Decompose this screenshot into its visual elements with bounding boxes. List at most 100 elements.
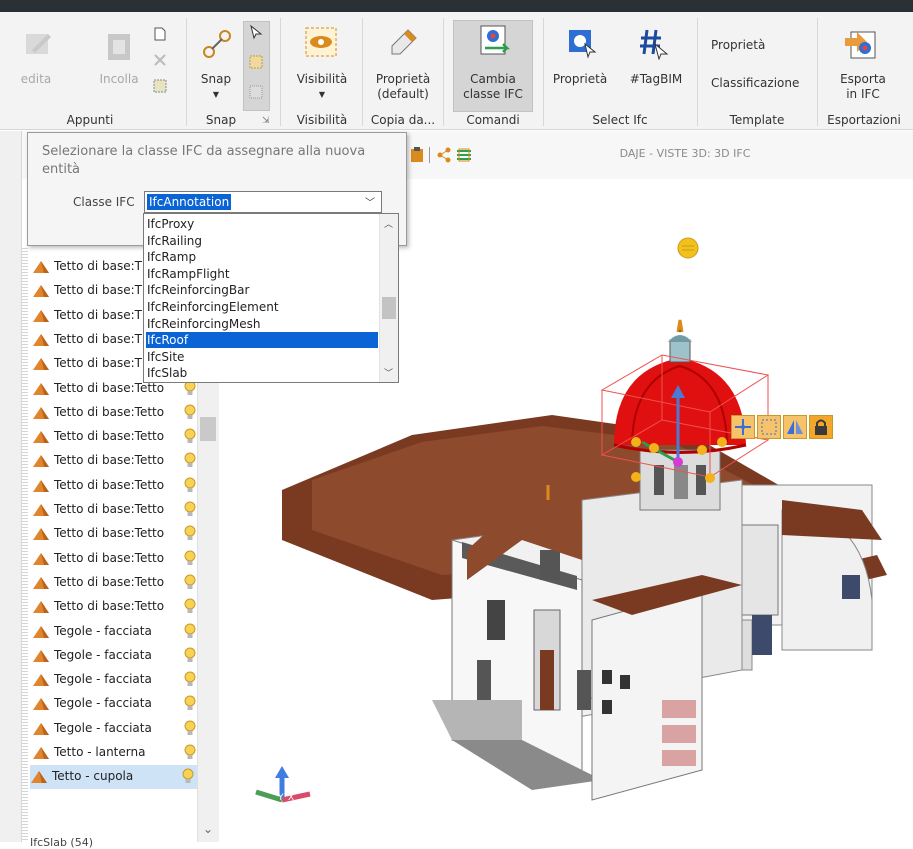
lightbulb-icon[interactable] [184, 501, 196, 519]
ribbon-group-appunti: edita Incolla Appunti [0, 12, 180, 130]
tree-item-label: Tetto - lanterna [54, 745, 146, 759]
lightbulb-icon[interactable] [184, 671, 196, 689]
tree-item-label: Tetto di base:Tetto [54, 477, 165, 492]
layers-icon[interactable] [456, 147, 472, 163]
ribbon-group-comandi: Cambia classe IFC Comandi [445, 12, 541, 130]
export-ifc-button[interactable]: Esporta in IFC [827, 72, 899, 102]
cursor-icon [248, 24, 264, 40]
export-ifc-icon [843, 26, 879, 60]
dialog-launcher-icon[interactable]: ⇲ [262, 116, 270, 126]
tagbim-button[interactable]: #TagBIM [621, 72, 691, 87]
move-icon[interactable] [731, 415, 755, 439]
tree-item[interactable]: Tetto di base:Tetto [32, 547, 212, 571]
tree-item[interactable]: Tetto di base:Tetto [32, 449, 212, 473]
lightbulb-icon[interactable] [184, 647, 196, 665]
tree-item[interactable]: Tetto - cupola [30, 765, 216, 790]
copy-icon[interactable] [152, 26, 168, 42]
change-ifc-class-button[interactable]: Cambia classe IFC [453, 72, 533, 102]
tree-item[interactable]: Tetto - lanterna [32, 741, 212, 765]
lightbulb-icon[interactable] [184, 574, 196, 592]
ribbon-separator [817, 18, 818, 126]
window-top-strip [0, 0, 913, 12]
ribbon-separator [186, 18, 187, 126]
tree-item-label: Tetto di base:T [54, 307, 142, 322]
properties-default-button[interactable]: Proprietà (default) [366, 72, 440, 102]
cut-icon[interactable] [152, 52, 168, 68]
paste-icon [104, 30, 134, 62]
lightbulb-icon[interactable] [184, 404, 196, 422]
tree-item[interactable]: Tegole - facciata [32, 717, 212, 741]
lightbulb-icon[interactable] [184, 477, 196, 495]
clipboard-icon[interactable] [410, 147, 424, 163]
roof-element-icon [32, 648, 50, 664]
lightbulb-icon[interactable] [184, 550, 196, 568]
tree-item[interactable]: Tegole - facciata [32, 692, 212, 716]
classification-button[interactable]: Classificazione [711, 76, 799, 91]
dropdown-option[interactable]: IfcReinforcingElement [146, 299, 378, 315]
lock-icon[interactable] [809, 415, 833, 439]
dropdown-option[interactable]: IfcRamp [146, 249, 378, 265]
ifc-class-select[interactable]: IfcAnnotation ﹀ [144, 191, 382, 213]
visibility-button[interactable]: Visibilità ▼ [288, 72, 356, 102]
roof-element-icon [32, 283, 50, 299]
lightbulb-icon[interactable] [184, 623, 196, 641]
lightbulb-icon[interactable] [184, 720, 196, 738]
lightbulb-icon[interactable] [184, 525, 196, 543]
tree-item[interactable]: Tegole - facciata [32, 620, 212, 644]
edit-button[interactable]: edita [16, 72, 56, 87]
ribbon-separator [280, 18, 281, 126]
lightbulb-icon[interactable] [184, 452, 196, 470]
share-icon[interactable] [436, 147, 452, 163]
dropdown-option[interactable]: IfcReinforcingBar [146, 282, 378, 298]
dropdown-option[interactable]: IfcReinforcingMesh [146, 316, 378, 332]
roof-element-icon [32, 453, 50, 469]
tree-item-label: Tetto di base:Tetto [54, 429, 165, 444]
template-properties-button[interactable]: Proprietà [711, 38, 765, 53]
pattern-snap-icon [248, 84, 264, 100]
tree-item[interactable]: Tetto di base:Tetto [32, 571, 212, 595]
tree-item-partial[interactable]: IfcSlab (54) [30, 836, 93, 849]
svg-text:X: X [288, 793, 294, 803]
tree-scrollbar-thumb[interactable] [200, 417, 216, 441]
dropdown-option[interactable]: IfcProxy [146, 216, 378, 232]
roof-element-icon [32, 429, 50, 445]
lightbulb-icon[interactable] [184, 695, 196, 713]
roof-element-icon [32, 308, 50, 324]
tree-item[interactable]: Tetto di base:Tetto [32, 522, 212, 546]
lightbulb-icon[interactable] [184, 598, 196, 616]
tree-item[interactable]: Tetto di base:Tetto [32, 401, 212, 425]
dropdown-option[interactable]: IfcRoof [146, 332, 378, 349]
lightbulb-icon[interactable] [182, 768, 194, 786]
left-dock-strip [0, 131, 22, 842]
snap-button[interactable]: Snap ▼ [194, 72, 238, 102]
dropdown-scrollbar-thumb[interactable] [382, 297, 396, 319]
tree-item[interactable]: Tegole - facciata [32, 644, 212, 668]
scroll-down-icon[interactable]: ⌄ [203, 822, 213, 836]
dropdown-option[interactable]: IfcRampFlight [146, 266, 378, 282]
tree-item[interactable]: Tegole - facciata [32, 668, 212, 692]
tree-item[interactable]: Tetto di base:Tetto [32, 595, 212, 619]
chevron-up-icon[interactable]: ︿ [384, 217, 393, 230]
dropdown-option[interactable]: IfcSlab [146, 365, 378, 381]
tree-item-label: Tetto di base:Tetto [54, 453, 165, 468]
tree-item-label: Tetto di base:T [54, 356, 142, 371]
roof-element-icon [32, 478, 50, 494]
tree-guide-lines [22, 248, 28, 842]
visibility-icon [304, 26, 338, 58]
tree-item[interactable]: Tetto di base:Tetto [32, 474, 212, 498]
tree-item[interactable]: Tetto di base:Tetto [32, 425, 212, 449]
ribbon-group-esportazioni: Esporta in IFC Esportazioni [819, 12, 909, 130]
chevron-down-icon[interactable]: ﹀ [365, 194, 375, 209]
chevron-down-icon[interactable]: ﹀ [384, 366, 393, 379]
roof-element-icon [32, 551, 50, 567]
paste-special-icon[interactable] [152, 78, 168, 94]
dropdown-option[interactable]: IfcRailing [146, 233, 378, 249]
tree-item[interactable]: Tetto di base:Tetto [32, 498, 212, 522]
lightbulb-icon[interactable] [184, 744, 196, 762]
grid-icon[interactable] [757, 415, 781, 439]
mirror-icon[interactable] [783, 415, 807, 439]
paste-button[interactable]: Incolla [96, 72, 142, 87]
select-properties-button[interactable]: Proprietà [549, 72, 611, 87]
lightbulb-icon[interactable] [184, 428, 196, 446]
dropdown-option[interactable]: IfcSite [146, 349, 378, 365]
